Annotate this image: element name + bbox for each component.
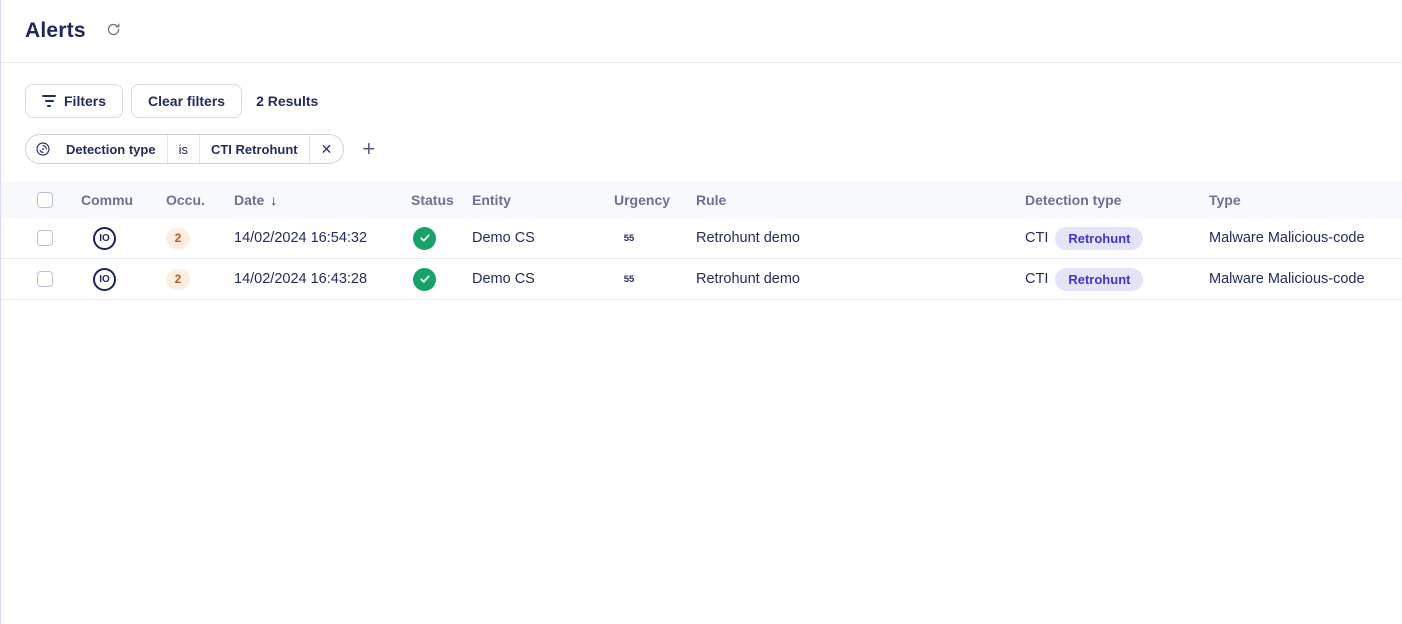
filter-chip-detection-type[interactable]: Detection type is CTI Retrohunt ✕ xyxy=(25,134,344,164)
sort-descending-icon[interactable]: ↓ xyxy=(270,192,277,208)
refresh-icon xyxy=(106,22,121,40)
alert-row[interactable]: IO 2 14/02/2024 16:43:28 Demo CS 55 Retr… xyxy=(1,259,1402,300)
column-header-type[interactable]: Type xyxy=(1209,192,1402,208)
community-icon: IO xyxy=(93,227,116,250)
clear-filters-button[interactable]: Clear filters xyxy=(131,84,242,118)
column-header-urgency[interactable]: Urgency xyxy=(614,192,696,208)
alerts-table: Commu Occu. Date ↓ Status Entity Urgency… xyxy=(1,182,1402,300)
clear-filters-button-label: Clear filters xyxy=(148,93,225,109)
alert-entity: Demo CS xyxy=(472,271,614,287)
detection-type-badge: Retrohunt xyxy=(1055,268,1143,291)
alert-entity: Demo CS xyxy=(472,230,614,246)
occurrences-badge: 2 xyxy=(166,269,190,290)
alerts-page: Alerts Filters Clear filters 2 Results xyxy=(0,0,1402,624)
detection-type-icon xyxy=(26,135,55,163)
select-all-checkbox[interactable] xyxy=(37,192,53,208)
status-success-icon xyxy=(413,227,436,250)
results-count: 2 Results xyxy=(256,93,318,109)
detection-type-badge: Retrohunt xyxy=(1055,227,1143,250)
filter-icon xyxy=(42,95,56,107)
filters-button[interactable]: Filters xyxy=(25,84,123,118)
filters-button-label: Filters xyxy=(64,93,106,109)
occurrences-badge: 2 xyxy=(166,228,190,249)
alert-rule: Retrohunt demo xyxy=(696,230,1025,246)
status-success-icon xyxy=(413,268,436,291)
column-header-detection-type[interactable]: Detection type xyxy=(1025,192,1209,208)
column-header-date[interactable]: Date ↓ xyxy=(234,192,411,208)
alert-date: 14/02/2024 16:43:28 xyxy=(234,271,411,287)
detection-category: CTI xyxy=(1025,271,1048,287)
title-bar: Alerts xyxy=(1,0,1402,63)
table-header-row: Commu Occu. Date ↓ Status Entity Urgency… xyxy=(1,182,1402,218)
community-icon: IO xyxy=(93,268,116,291)
column-header-community[interactable]: Commu xyxy=(81,192,166,208)
alert-row[interactable]: IO 2 14/02/2024 16:54:32 Demo CS 55 Retr… xyxy=(1,218,1402,259)
row-checkbox[interactable] xyxy=(37,271,53,287)
row-checkbox[interactable] xyxy=(37,230,53,246)
active-filters-row: Detection type is CTI Retrohunt ✕ + xyxy=(25,134,1402,164)
alert-type: Malware Malicious-code xyxy=(1209,230,1402,246)
detection-category: CTI xyxy=(1025,230,1048,246)
refresh-button[interactable] xyxy=(106,22,121,40)
column-header-rule[interactable]: Rule xyxy=(696,192,1025,208)
filter-chip-value: CTI Retrohunt xyxy=(200,135,310,163)
column-header-occurrences[interactable]: Occu. xyxy=(166,192,234,208)
column-header-status[interactable]: Status xyxy=(411,192,472,208)
alert-type: Malware Malicious-code xyxy=(1209,271,1402,287)
column-header-entity[interactable]: Entity xyxy=(472,192,614,208)
filter-chip-operator: is xyxy=(168,135,200,163)
filter-chip-field: Detection type xyxy=(55,135,168,163)
page-title: Alerts xyxy=(25,19,86,43)
alert-rule: Retrohunt demo xyxy=(696,271,1025,287)
alert-date: 14/02/2024 16:54:32 xyxy=(234,230,411,246)
add-filter-button[interactable]: + xyxy=(360,138,377,160)
toolbar: Filters Clear filters 2 Results xyxy=(25,84,1402,118)
remove-filter-icon[interactable]: ✕ xyxy=(310,135,344,163)
